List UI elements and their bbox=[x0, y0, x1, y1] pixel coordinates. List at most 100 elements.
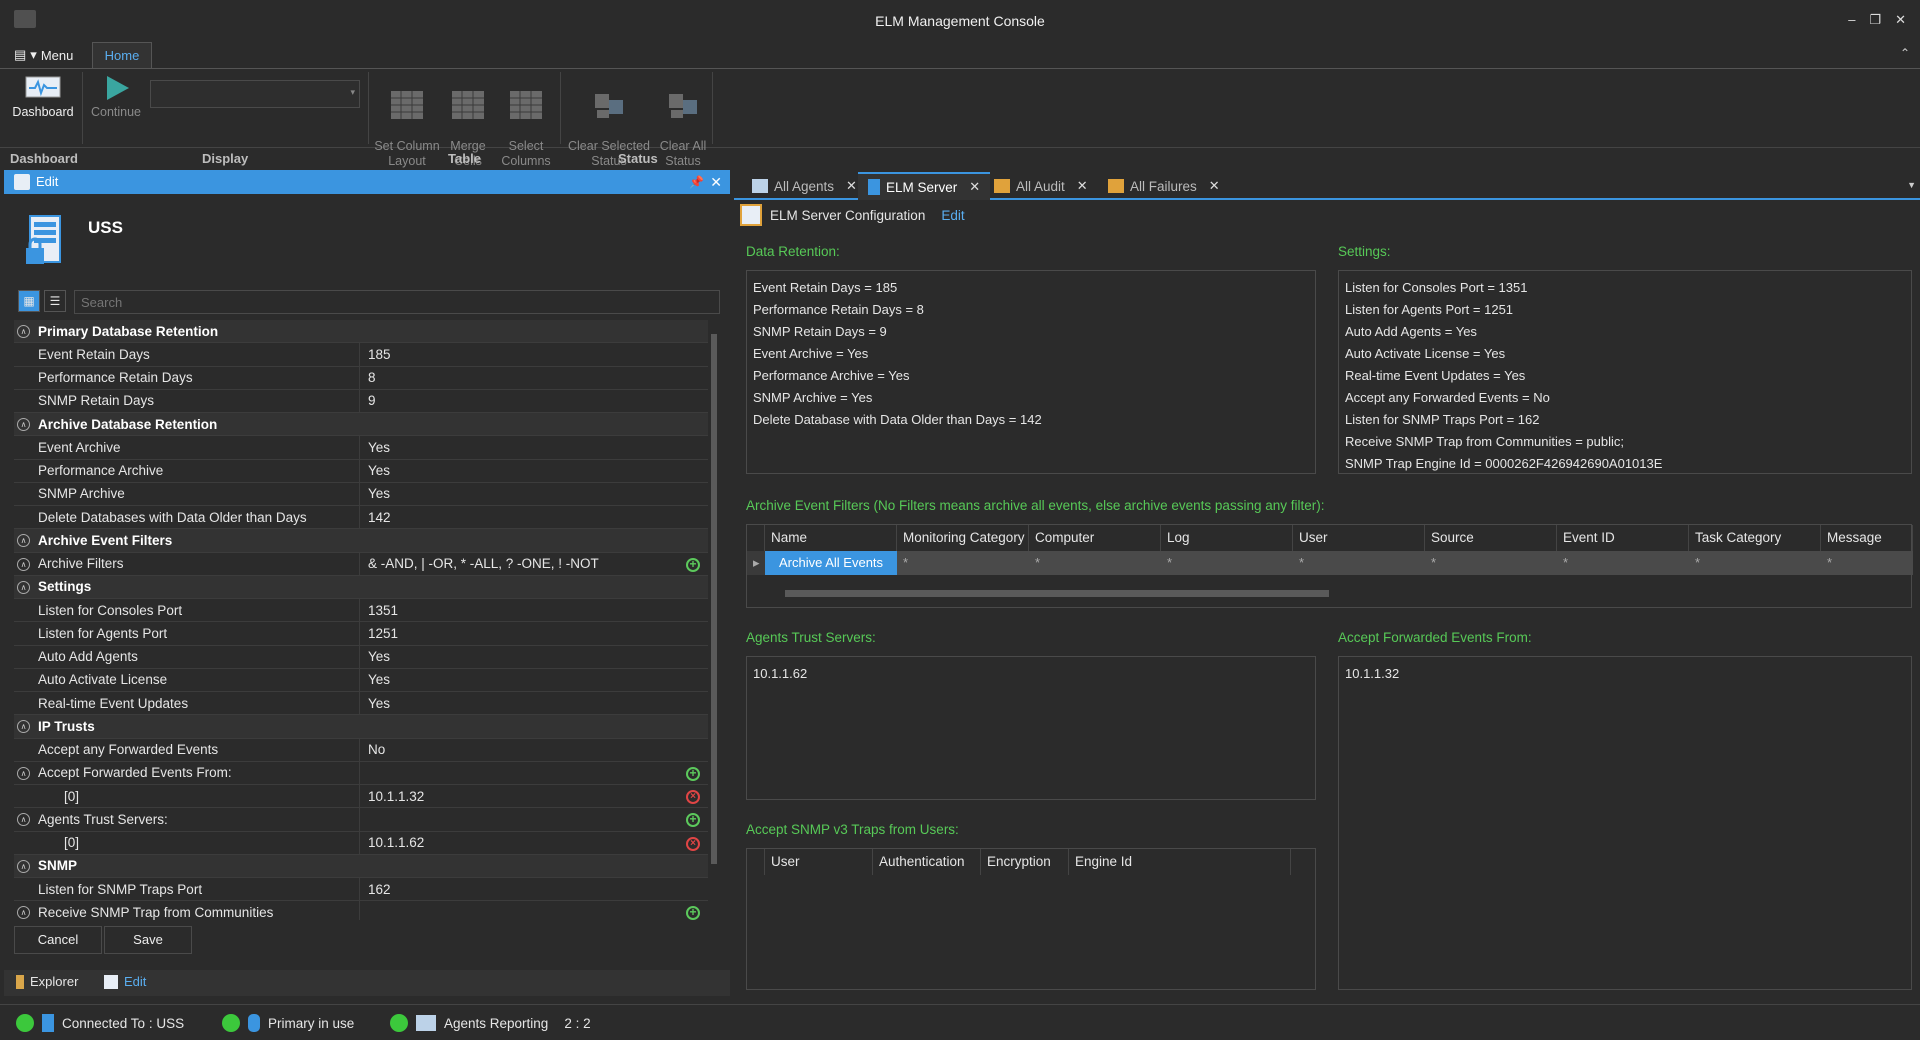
collapse-icon[interactable]: ∧ bbox=[17, 325, 30, 338]
set-column-layout-button[interactable]: Set Column Layout bbox=[372, 73, 442, 169]
column-header[interactable]: Monitoring Category bbox=[897, 525, 1029, 551]
table-cell[interactable]: * bbox=[1425, 551, 1557, 575]
property-value[interactable]: 162 bbox=[360, 878, 708, 900]
close-tab-icon[interactable]: ✕ bbox=[969, 179, 980, 195]
property-category[interactable]: ∧ Settings bbox=[14, 575, 708, 599]
property-row[interactable]: [0] 10.1.1.62 × bbox=[14, 831, 708, 855]
property-row[interactable]: Performance Retain Days 8 bbox=[14, 366, 708, 390]
add-icon[interactable]: + bbox=[686, 557, 700, 572]
column-header[interactable]: Log bbox=[1161, 525, 1293, 551]
property-row[interactable]: Accept any Forwarded Events No bbox=[14, 738, 708, 762]
property-category[interactable]: ∧ SNMP bbox=[14, 854, 708, 878]
property-value[interactable]: & -AND, | -OR, * -ALL, ? -ONE, ! -NOT bbox=[360, 553, 708, 575]
add-icon[interactable]: + bbox=[686, 906, 700, 920]
add-icon[interactable]: + bbox=[686, 766, 700, 781]
column-header[interactable]: Source bbox=[1425, 525, 1557, 551]
table-cell[interactable]: * bbox=[1293, 551, 1425, 575]
property-row[interactable]: ∧ Archive Filters & -AND, | -OR, * -ALL, ?… bbox=[14, 552, 708, 576]
property-grid-scrollbar[interactable] bbox=[708, 320, 720, 920]
remove-icon[interactable]: × bbox=[686, 836, 700, 851]
property-value[interactable]: 1251 bbox=[360, 622, 708, 644]
table-cell[interactable]: * bbox=[1557, 551, 1689, 575]
column-header[interactable]: Task Category bbox=[1689, 525, 1821, 551]
chevron-up-icon[interactable]: ⌃ bbox=[1900, 46, 1910, 60]
property-row[interactable]: [0] 10.1.1.32 × bbox=[14, 785, 708, 809]
column-header[interactable]: User bbox=[765, 849, 873, 875]
close-tab-icon[interactable]: ✕ bbox=[1077, 178, 1088, 194]
property-value[interactable]: Yes bbox=[360, 483, 708, 505]
column-header[interactable]: Computer bbox=[1029, 525, 1161, 551]
collapse-icon[interactable]: ∧ bbox=[17, 859, 30, 873]
tab-explorer[interactable]: Explorer bbox=[16, 974, 78, 989]
property-value[interactable]: Yes bbox=[360, 692, 708, 714]
table-cell[interactable]: Archive All Events bbox=[765, 551, 897, 575]
property-value[interactable] bbox=[360, 762, 708, 784]
close-icon[interactable]: ✕ bbox=[1895, 12, 1906, 28]
property-value[interactable] bbox=[360, 901, 708, 920]
continue-button[interactable]: Continue bbox=[86, 73, 146, 120]
property-value[interactable]: Yes bbox=[360, 669, 708, 691]
property-row[interactable]: ∧ Accept Forwarded Events From: + bbox=[14, 761, 708, 785]
minimize-icon[interactable]: – bbox=[1848, 12, 1855, 28]
property-row[interactable]: SNMP Retain Days 9 bbox=[14, 389, 708, 413]
property-value[interactable]: 1351 bbox=[360, 599, 708, 621]
table-cell[interactable]: * bbox=[1821, 551, 1913, 575]
property-category[interactable]: ∧ Archive Event Filters bbox=[14, 529, 708, 553]
property-row[interactable]: Performance Archive Yes bbox=[14, 459, 708, 483]
property-value[interactable]: 185 bbox=[360, 343, 708, 365]
property-row[interactable]: Auto Add Agents Yes bbox=[14, 645, 708, 669]
table-cell[interactable]: * bbox=[1161, 551, 1293, 575]
cancel-button[interactable]: Cancel bbox=[14, 926, 102, 954]
restore-icon[interactable]: ❐ bbox=[1869, 12, 1881, 28]
property-category[interactable]: ∧ Archive Database Retention bbox=[14, 413, 708, 437]
tab-edit[interactable]: Edit bbox=[104, 974, 146, 989]
property-row[interactable]: Event Retain Days 185 bbox=[14, 343, 708, 367]
property-value[interactable] bbox=[360, 808, 708, 830]
column-header[interactable]: Authentication bbox=[873, 849, 981, 875]
edit-link[interactable]: Edit bbox=[941, 208, 964, 223]
property-row[interactable]: Listen for Agents Port 1251 bbox=[14, 622, 708, 646]
close-tab-icon[interactable]: ✕ bbox=[1209, 178, 1220, 194]
property-row[interactable]: ∧ Agents Trust Servers: + bbox=[14, 808, 708, 832]
table-cell[interactable]: * bbox=[1689, 551, 1821, 575]
property-row[interactable]: SNMP Archive Yes bbox=[14, 482, 708, 506]
property-value[interactable]: Yes bbox=[360, 646, 708, 668]
property-row[interactable]: Event Archive Yes bbox=[14, 436, 708, 460]
horizontal-scrollbar[interactable] bbox=[765, 587, 1895, 599]
tab-elm-server[interactable]: ELM Server ✕ bbox=[858, 172, 991, 200]
menu-button[interactable]: ▤ ▾ Menu bbox=[8, 45, 79, 65]
pin-icon[interactable]: 📌 bbox=[689, 170, 704, 194]
property-row[interactable]: ∧ Receive SNMP Trap from Communities + bbox=[14, 901, 708, 920]
property-value[interactable]: Yes bbox=[360, 460, 708, 482]
search-input[interactable] bbox=[74, 290, 720, 314]
column-header[interactable]: Name bbox=[765, 525, 897, 551]
property-row[interactable]: Delete Databases with Data Older than Da… bbox=[14, 506, 708, 530]
close-icon[interactable]: ✕ bbox=[710, 170, 722, 194]
property-value[interactable]: 10.1.1.32 bbox=[360, 785, 708, 807]
dashboard-button[interactable]: Dashboard bbox=[10, 73, 76, 120]
alphabetical-view-icon[interactable]: ☰ bbox=[44, 290, 66, 312]
tab-all-failures[interactable]: All Failures ✕ bbox=[1098, 172, 1230, 200]
table-row[interactable]: ▸ Archive All Events * * * * * * * * bbox=[747, 551, 1913, 575]
property-value[interactable]: No bbox=[360, 739, 708, 761]
property-value[interactable]: 142 bbox=[360, 506, 708, 528]
property-row[interactable]: Listen for SNMP Traps Port 162 bbox=[14, 878, 708, 902]
property-row[interactable]: Listen for Consoles Port 1351 bbox=[14, 599, 708, 623]
column-header[interactable]: Engine Id bbox=[1069, 849, 1291, 875]
property-value[interactable]: Yes bbox=[360, 436, 708, 458]
property-category[interactable]: ∧ Primary Database Retention bbox=[14, 320, 708, 344]
select-columns-button[interactable]: Select Columns bbox=[496, 73, 556, 169]
chevron-down-icon[interactable]: ▼ bbox=[1907, 180, 1916, 190]
tab-home[interactable]: Home bbox=[92, 42, 152, 68]
clear-all-status-button[interactable]: Clear All Status bbox=[654, 73, 712, 169]
column-header[interactable]: Encryption bbox=[981, 849, 1069, 875]
property-value[interactable]: 9 bbox=[360, 390, 708, 412]
close-tab-icon[interactable]: ✕ bbox=[846, 178, 857, 194]
column-header[interactable]: Event ID bbox=[1557, 525, 1689, 551]
property-row[interactable]: Real-time Event Updates Yes bbox=[14, 692, 708, 716]
property-row[interactable]: Auto Activate License Yes bbox=[14, 668, 708, 692]
categorized-view-icon[interactable]: ▦ bbox=[18, 290, 40, 312]
collapse-icon[interactable]: ∧ bbox=[17, 580, 30, 594]
property-value[interactable]: 10.1.1.62 bbox=[360, 832, 708, 854]
collapse-icon[interactable]: ∧ bbox=[17, 557, 30, 571]
